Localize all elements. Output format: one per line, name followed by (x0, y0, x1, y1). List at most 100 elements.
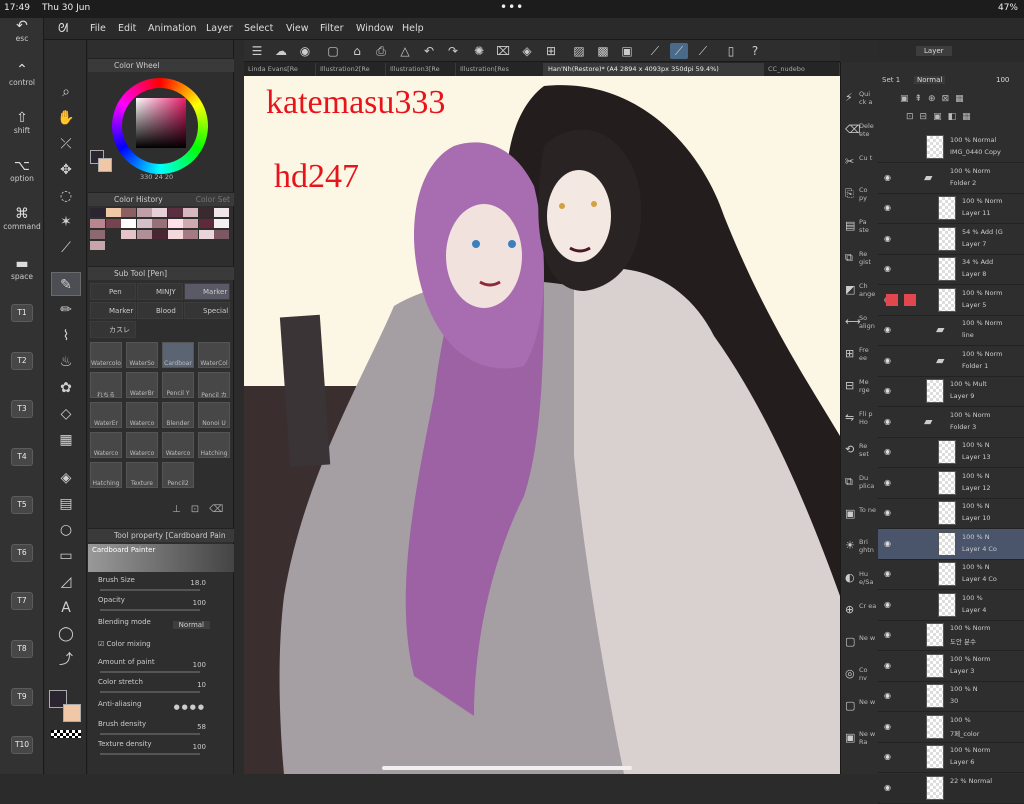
layer-row[interactable]: ◉ 100 % N Layer 10 (878, 498, 1024, 529)
visibility-eye-icon[interactable]: ◉ (884, 417, 891, 426)
brush-item[interactable]: Pencil2 (162, 462, 194, 488)
history-color-cell[interactable] (121, 230, 136, 239)
history-color-cell[interactable] (183, 208, 198, 217)
history-color-cell[interactable] (136, 230, 152, 239)
history-color-cell[interactable] (105, 219, 121, 228)
command-button[interactable]: ⧉ Re gist (843, 250, 877, 278)
command-button[interactable]: ⟲ Re set (843, 442, 877, 470)
eyedropper-icon[interactable]: ⟋ (51, 236, 81, 260)
visibility-eye-icon[interactable]: ◉ (884, 203, 891, 212)
history-color-cell[interactable] (167, 208, 183, 217)
command-button[interactable]: ⊞ Fre ee (843, 346, 877, 374)
color-mixing-row[interactable]: ☑ Color mixing (98, 640, 228, 658)
tab-cc[interactable]: CC_nudebo (764, 63, 840, 76)
history-color-cell[interactable] (105, 208, 121, 217)
wheel-sub-color[interactable] (98, 158, 112, 172)
brush-item[interactable]: れちる (90, 372, 122, 398)
control-button[interactable]: ⌃ control (2, 62, 42, 87)
command-button[interactable]: ⌫ Dele ete (843, 122, 877, 150)
command-button[interactable]: ◎ Co nv (843, 666, 877, 694)
command-button[interactable]: ⊟ Me rge (843, 378, 877, 406)
app-logo-icon[interactable]: ᘛ (58, 21, 68, 36)
fill-tool-icon[interactable]: ◈ (51, 466, 81, 490)
stretch-row[interactable]: Color stretch 10 (98, 678, 228, 696)
transparent-swatch[interactable] (51, 730, 81, 738)
command-button[interactable]: ▢ Ne w (843, 698, 877, 726)
hand-tool-icon[interactable]: ✋ (51, 106, 81, 130)
home-indicator[interactable] (382, 766, 632, 770)
history-color-cell[interactable] (90, 208, 105, 217)
text-tool-icon[interactable]: A (51, 596, 81, 620)
layer-row[interactable]: ◉ 100 % Norm 도안 분수 (878, 620, 1024, 651)
history-color-cell[interactable] (214, 219, 229, 228)
brush-item[interactable]: WaterCol (198, 342, 230, 368)
snap-ruler-icon[interactable]: ⟋ (646, 43, 664, 59)
magic-wand-icon[interactable]: ✶ (51, 210, 81, 234)
menu-filter[interactable]: Filter (320, 23, 344, 34)
layer-row[interactable]: ◉ ▰ 100 % Norm line (878, 315, 1024, 346)
brush-item[interactable]: Blender (162, 402, 194, 428)
drawing-canvas[interactable]: katemasu333 hd247 (244, 76, 840, 774)
blending-row[interactable]: Blending mode Normal (98, 618, 228, 636)
key-t5[interactable]: T5 (11, 496, 33, 514)
key-t8[interactable]: T8 (11, 640, 33, 658)
layer-row[interactable]: ◉ 34 % Add Layer 8 (878, 254, 1024, 285)
figure-tool-icon[interactable]: ○ (51, 518, 81, 542)
visibility-eye-icon[interactable]: ◉ (884, 600, 891, 609)
layer-row[interactable]: ◉ 100 % Norm Layer 6 (878, 742, 1024, 773)
layer-set[interactable]: Set 1 (882, 76, 900, 84)
visibility-eye-icon[interactable]: ◉ (884, 234, 891, 243)
save-icon[interactable]: ⎙ (372, 43, 390, 59)
history-color-cell[interactable] (152, 208, 167, 217)
anti-aliasing-row[interactable]: Anti-aliasing ●●●● (98, 700, 228, 718)
history-color-cell[interactable] (214, 230, 229, 239)
layer-opacity-value[interactable]: 100 (996, 76, 1009, 84)
brush-item[interactable]: Pencil Y (162, 372, 194, 398)
invert-icon[interactable]: ▩ (594, 43, 612, 59)
brush-item[interactable]: Hatching (198, 432, 230, 458)
history-color-cell[interactable] (105, 230, 121, 239)
subtool-pen[interactable]: Pen (90, 283, 136, 300)
visibility-eye-icon[interactable]: ◉ (884, 722, 891, 731)
subtool-kasure[interactable]: カスレ (90, 321, 136, 338)
layer-row[interactable]: ◉ 100 % Mult Layer 9 (878, 376, 1024, 407)
brush-item[interactable]: Waterco (126, 432, 158, 458)
layer-row[interactable]: ◉ 100 % 7페_color (878, 712, 1024, 743)
brush-size-row[interactable]: Brush Size 18.0 (98, 576, 228, 594)
correct-line-tool-icon[interactable]: ⤴ (51, 648, 81, 672)
menu-edit[interactable]: Edit (118, 23, 136, 34)
layer-row[interactable]: ◉100 % NormLayer 5 (878, 285, 1024, 316)
visibility-eye-icon[interactable]: ◉ (884, 356, 891, 365)
clear-icon[interactable]: ⌧ (494, 43, 512, 59)
command-button[interactable]: ⚡ Qui ck a (843, 90, 877, 118)
visibility-eye-icon[interactable]: ◉ (884, 386, 891, 395)
history-color-cell[interactable] (198, 208, 214, 217)
pen-tool-icon[interactable]: ✎ (51, 272, 81, 296)
history-color-cell[interactable] (90, 230, 105, 239)
balloon-tool-icon[interactable]: ◯ (51, 622, 81, 646)
command-button[interactable]: ⌘ command (2, 206, 42, 231)
menu-window[interactable]: Window (356, 23, 393, 34)
ruler-tool-icon[interactable]: ◿ (51, 570, 81, 594)
frame-tool-icon[interactable]: ▭ (51, 544, 81, 568)
menu-select[interactable]: Select (244, 23, 273, 34)
snap-grid-icon[interactable]: ⟋ (694, 43, 712, 59)
eraser-tool-icon[interactable]: ◇ (51, 402, 81, 426)
history-color-cell[interactable] (183, 219, 198, 228)
subtool-marker-selected[interactable]: Marker (184, 283, 230, 300)
visibility-eye-icon[interactable]: ◉ (884, 478, 891, 487)
operation-tool-icon[interactable]: ⤫ (51, 132, 81, 156)
visibility-eye-icon[interactable]: ◉ (884, 173, 891, 182)
history-color-cell[interactable] (214, 208, 229, 217)
history-color-cell[interactable] (152, 230, 167, 239)
layer-row[interactable]: ◉ 100 % N 30 (878, 681, 1024, 712)
export-icon[interactable]: △ (396, 43, 414, 59)
layer-row[interactable]: ◉ 100 % N Layer 13 (878, 437, 1024, 468)
brush-item[interactable]: Waterco (162, 432, 194, 458)
menu-animation[interactable]: Animation (148, 23, 196, 34)
zoom-tool-icon[interactable]: ⌕ (51, 80, 81, 104)
saturation-square[interactable] (136, 98, 186, 148)
loading-icon[interactable]: ✺ (470, 43, 488, 59)
tab-illustration2[interactable]: Illustration2[Re (316, 63, 386, 76)
history-color-cell[interactable] (136, 219, 152, 228)
